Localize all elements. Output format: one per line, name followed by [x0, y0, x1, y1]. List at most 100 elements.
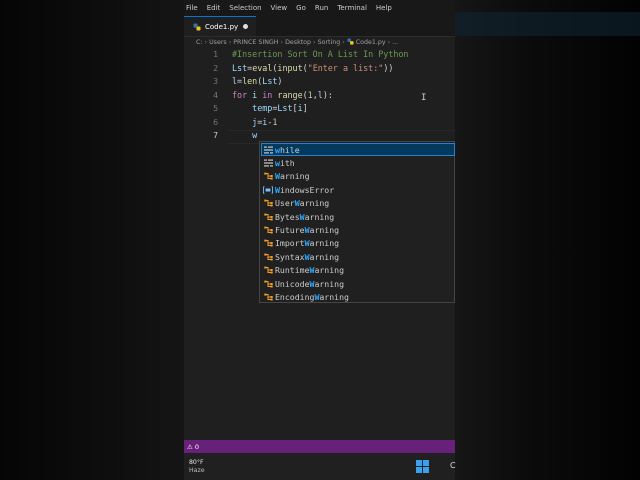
variable-icon [263, 185, 273, 194]
suggestion-item[interactable]: Runtime Warning [261, 264, 455, 277]
breadcrumb-separator: › [313, 39, 316, 46]
code-line[interactable]: temp=Lst[i] [232, 103, 308, 113]
suggestion-text-pre: Import [275, 238, 305, 249]
unsaved-dot-icon[interactable] [243, 24, 248, 29]
vscode-window: File Edit Selection View Go Run Terminal… [184, 0, 455, 480]
code-token: )) [383, 62, 394, 73]
suggestion-item[interactable]: Bytes Warning [261, 210, 455, 223]
screen: File Edit Selection View Go Run Terminal… [0, 0, 640, 480]
code-line[interactable]: j=i-1 [232, 117, 277, 127]
code-token: Lst [277, 103, 293, 113]
menu-selection[interactable]: Selection [229, 4, 261, 12]
breadcrumb-desktop[interactable]: Desktop [285, 39, 311, 46]
menu-file[interactable]: File [186, 4, 198, 12]
class-icon [263, 252, 273, 261]
suggestion-text-post: arning [314, 265, 345, 276]
breadcrumb-separator: › [280, 39, 284, 46]
background-right [455, 0, 640, 480]
suggestion-text-pre: Runtime [275, 265, 310, 276]
python-file-icon [347, 38, 354, 45]
code-token: len [242, 76, 258, 86]
menu-run[interactable]: Run [315, 4, 328, 12]
code-line[interactable]: l=len(Lst) [232, 76, 282, 86]
line-number: 6 [213, 116, 218, 127]
breadcrumb-more[interactable]: ... [392, 39, 398, 46]
class-icon [263, 266, 273, 275]
weather-condition: Haze [189, 467, 205, 474]
code-token: 1 [272, 116, 278, 127]
line-number: 2 [213, 62, 218, 73]
mouse-ibeam-cursor-icon: I [421, 93, 427, 103]
suggestion-text-post: arning [314, 278, 345, 289]
line-number: 4 [213, 89, 218, 100]
line-number: 5 [213, 103, 218, 113]
tab-label: Code1.py [205, 22, 239, 31]
breadcrumb-user[interactable]: PRINCE SINGH [233, 39, 278, 46]
code-line[interactable]: #Insertion Sort On A List In Python [232, 49, 408, 59]
menu-view[interactable]: View [271, 4, 288, 12]
suggestion-text-pre: User [275, 198, 295, 209]
suggestion-item[interactable]: WindowsError [261, 183, 455, 196]
suggestion-text-post: ith [279, 158, 295, 169]
suggestion-item[interactable]: Future Warning [261, 223, 455, 236]
code-token: eval [252, 62, 273, 73]
code-token: Lst [232, 62, 248, 73]
line-number: 3 [213, 76, 218, 86]
suggestion-text-post: arning [319, 292, 349, 303]
suggestion-item[interactable]: w ith [261, 156, 455, 169]
suggestion-item[interactable]: Warning [261, 170, 455, 183]
suggestion-item[interactable]: Syntax Warning [261, 250, 455, 263]
menu-go[interactable]: Go [296, 4, 306, 12]
breadcrumb-file[interactable]: Code1.py [356, 39, 386, 46]
suggestion-item[interactable]: Unicode Warning [261, 277, 455, 290]
suggestion-text-pre: Future [275, 225, 305, 236]
line-number-current: 7 [213, 130, 218, 140]
code-line[interactable]: Lst=eval(input("Enter a list:")) [232, 63, 393, 73]
tab-code1-py[interactable]: Code1.py [184, 16, 256, 36]
suggestion-text-post: arning [304, 211, 335, 222]
menu-terminal[interactable]: Terminal [337, 4, 367, 12]
suggestion-text-pre: Encoding [275, 292, 315, 303]
breadcrumb-sorting[interactable]: Sorting [318, 39, 341, 46]
code-token: ] [302, 103, 308, 113]
breadcrumb: C: › Users › PRINCE SINGH › Desktop › Sorting › Co… [196, 38, 398, 46]
line-number: 1 [213, 49, 218, 59]
windows-taskbar: 80°F Haze C [184, 453, 456, 480]
class-icon [263, 212, 273, 221]
suggestion-text-post: arning [309, 251, 340, 262]
code-line[interactable]: for i in range(1,l): [232, 90, 333, 100]
class-icon [263, 279, 273, 288]
code-token: "Enter a list:" [307, 62, 384, 73]
suggestion-item[interactable]: Import Warning [261, 237, 455, 250]
class-icon [263, 226, 273, 235]
breadcrumb-users[interactable]: Users [209, 39, 227, 46]
suggestion-text-pre: Bytes [275, 211, 300, 222]
menu-bar: File Edit Selection View Go Run Terminal… [184, 0, 455, 16]
suggestion-text-post: hile [279, 144, 300, 155]
suggestion-item[interactable]: Encoding Warning [261, 290, 455, 303]
suggestion-item[interactable]: w hile [261, 143, 455, 157]
taskbar-app-partial[interactable]: C [450, 461, 456, 470]
menu-edit[interactable]: Edit [207, 4, 221, 12]
class-icon [263, 199, 273, 208]
code-token: range [277, 89, 303, 100]
code-token: i [252, 89, 263, 100]
windows-start-icon[interactable] [416, 460, 429, 473]
weather-widget[interactable]: 80°F Haze [189, 459, 205, 475]
warning-icon[interactable]: ⚠ [187, 443, 195, 451]
code-token: in [262, 89, 278, 100]
class-icon [263, 293, 273, 302]
suggestion-item[interactable]: User Warning [261, 197, 455, 210]
problems-count[interactable]: 0 [195, 443, 199, 451]
autocomplete-suggestions[interactable]: w hile w ith Warning WindowsError User Warn… [259, 141, 455, 303]
code-line[interactable]: w [232, 130, 257, 140]
breadcrumb-drive[interactable]: C: [196, 39, 203, 46]
suggestion-text-pre: Syntax [275, 251, 305, 262]
suggestion-text-post: arning [309, 225, 340, 236]
breadcrumb-separator: › [228, 39, 232, 46]
menu-help[interactable]: Help [376, 4, 392, 12]
code-token: w [252, 130, 258, 140]
code-token: #Insertion Sort On A List In Python [232, 49, 409, 59]
suggestion-text-post: arning [279, 171, 310, 182]
